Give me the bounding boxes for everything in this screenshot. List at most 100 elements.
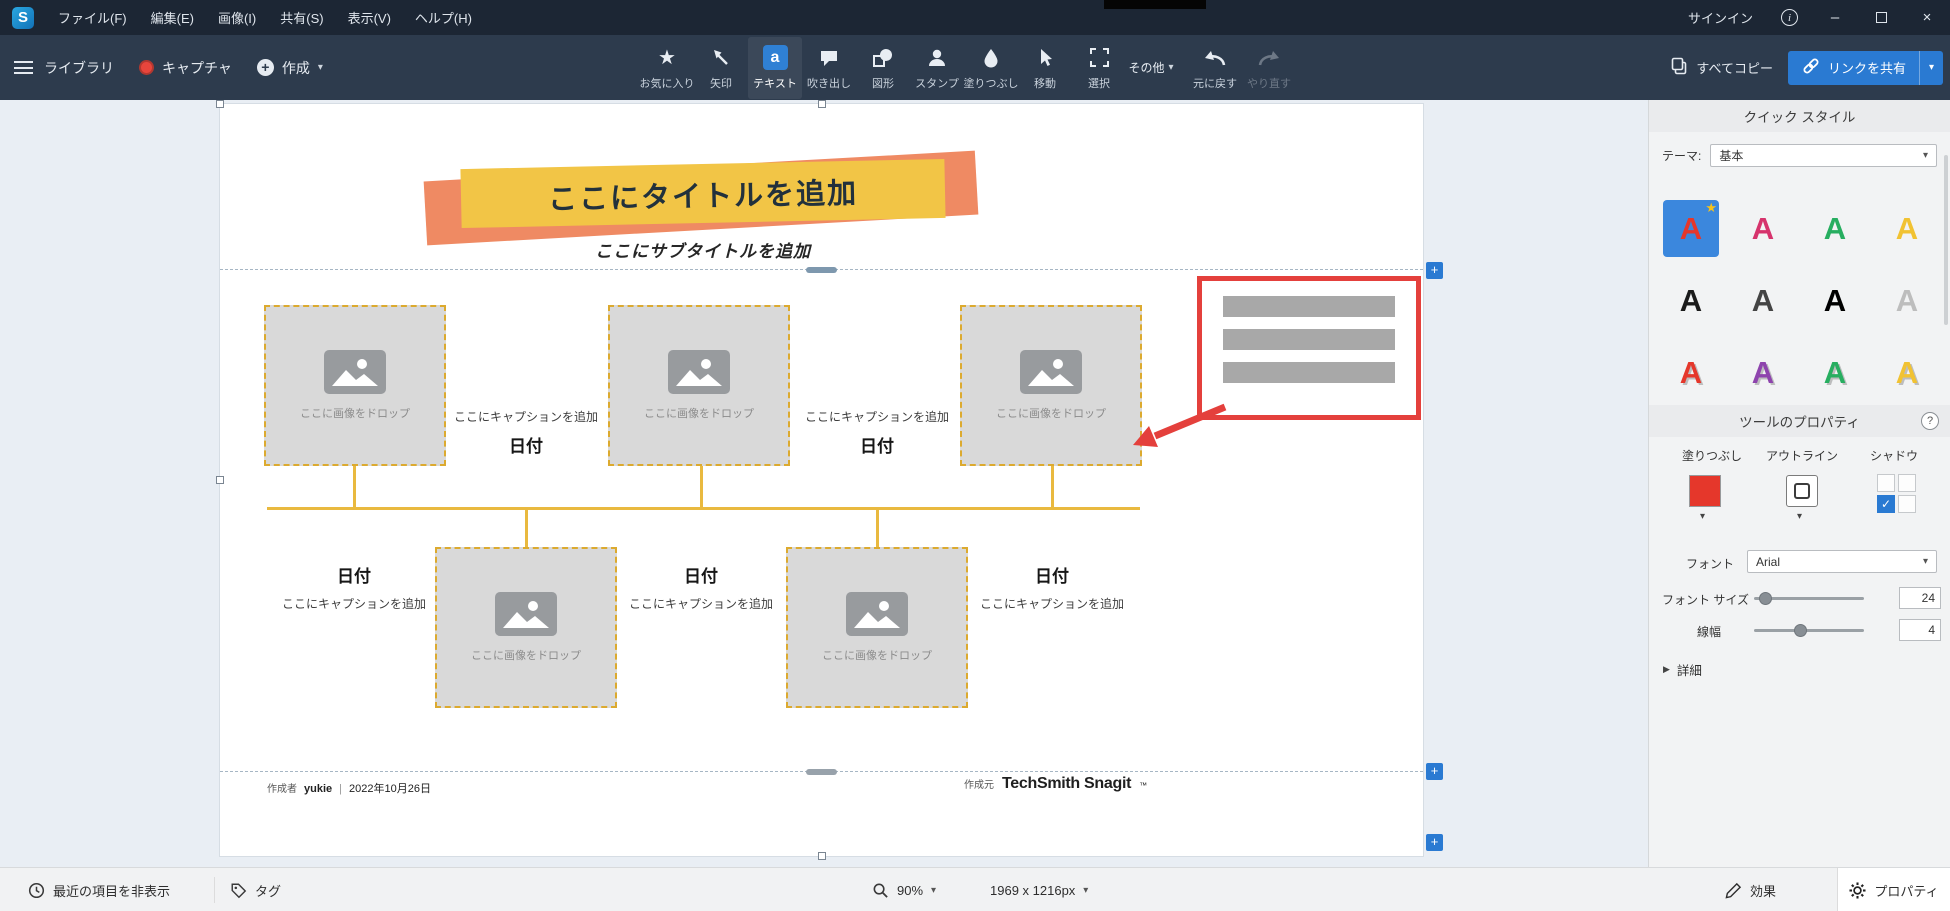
tool-text[interactable]: a テキスト <box>748 36 802 99</box>
section-drag-handle[interactable] <box>806 769 837 775</box>
footer-brand[interactable]: 作成元 TechSmith Snagit ™ <box>964 775 1147 793</box>
menu-view[interactable]: 表示(V) <box>336 0 403 35</box>
star-badge-icon: ★ <box>1705 200 1717 215</box>
quick-style-swatch[interactable]: A ★ <box>1663 200 1719 257</box>
main-toolbar: ライブラリ キャプチャ + 作成 ▾ ★ お気に入り 矢印 a テキスト 吹き出… <box>0 35 1950 100</box>
quick-style-swatch[interactable]: A <box>1807 200 1863 257</box>
quick-style-swatch[interactable]: A <box>1879 344 1935 401</box>
canvas-area[interactable]: ここにタイトルを追加 ここにサブタイトルを追加 ここに画像をドロップ ここに画像… <box>0 100 1648 867</box>
caption-group[interactable]: 日付 ここにキャプションを追加 <box>272 562 436 612</box>
tags-button[interactable]: タグ <box>230 868 281 911</box>
hamburger-menu-icon[interactable] <box>14 61 33 74</box>
share-link-button[interactable]: リンクを共有 <box>1788 51 1919 85</box>
quick-style-swatch[interactable]: A <box>1879 272 1935 329</box>
help-icon[interactable]: ? <box>1921 412 1939 430</box>
tool-move[interactable]: 移動 <box>1018 37 1072 99</box>
canvas-size-dropdown[interactable]: 1969 x 1216px ▾ <box>990 868 1088 911</box>
info-icon[interactable]: i <box>1781 9 1798 26</box>
image-drop-zone[interactable]: ここに画像をドロップ <box>786 547 968 708</box>
maximize-button[interactable] <box>1858 0 1904 35</box>
footer-author[interactable]: 作成者 yukie | 2022年10月26日 <box>267 780 431 796</box>
caret-down-icon[interactable]: ▾ <box>1700 511 1705 522</box>
fill-color-swatch[interactable] <box>1689 475 1721 507</box>
quick-style-swatch[interactable]: A <box>1807 344 1863 401</box>
add-section-button[interactable]: + <box>1426 262 1443 279</box>
shadow-option-checkbox-checked[interactable]: ✓ <box>1877 495 1895 513</box>
template-subtitle-text[interactable]: ここにサブタイトルを追加 <box>461 237 945 262</box>
template-title-text[interactable]: ここにタイトルを追加 <box>548 169 859 217</box>
capture-dot-icon <box>139 60 154 75</box>
more-tools-button[interactable]: その他 ▾ <box>1126 37 1176 99</box>
tool-arrow[interactable]: 矢印 <box>694 37 748 99</box>
close-button[interactable]: × <box>1904 0 1950 35</box>
quick-style-swatch[interactable]: A <box>1735 272 1791 329</box>
outline-style-button[interactable] <box>1786 475 1818 507</box>
resize-handle[interactable] <box>216 100 224 108</box>
quick-style-swatch[interactable]: A <box>1735 200 1791 257</box>
menu-file[interactable]: ファイル(F) <box>46 0 139 35</box>
resize-handle[interactable] <box>818 100 826 108</box>
menu-share[interactable]: 共有(S) <box>268 0 335 35</box>
create-button[interactable]: + 作成 ▾ <box>256 58 323 78</box>
shadow-option-checkbox[interactable] <box>1877 474 1895 492</box>
panel-scrollbar[interactable] <box>1944 155 1948 325</box>
hide-recent-button[interactable]: 最近の項目を非表示 <box>28 868 170 911</box>
image-drop-zone[interactable]: ここに画像をドロップ <box>960 305 1142 466</box>
line-width-value[interactable]: 4 <box>1899 619 1941 641</box>
line-width-slider-thumb[interactable] <box>1794 624 1807 637</box>
add-section-button[interactable]: + <box>1426 763 1443 780</box>
shadow-option-checkbox[interactable] <box>1898 495 1916 513</box>
tool-fill[interactable]: 塗りつぶし <box>963 37 1019 99</box>
font-size-slider-thumb[interactable] <box>1759 592 1772 605</box>
timeline-line[interactable] <box>267 507 1140 510</box>
properties-toggle-button[interactable]: プロパティ <box>1837 868 1950 911</box>
quick-style-swatch[interactable]: A <box>1663 272 1719 329</box>
library-button[interactable]: ライブラリ <box>44 58 114 78</box>
caret-down-icon[interactable]: ▾ <box>1797 511 1802 522</box>
font-size-slider[interactable] <box>1754 592 1864 605</box>
menu-edit[interactable]: 編集(E) <box>139 0 206 35</box>
caption-group[interactable]: ここにキャプションを追加 日付 <box>444 408 608 457</box>
caption-group[interactable]: ここにキャプションを追加 日付 <box>795 408 959 457</box>
theme-select[interactable]: 基本 ▾ <box>1710 144 1937 167</box>
menu-image[interactable]: 画像(I) <box>206 0 268 35</box>
tool-stamp[interactable]: スタンプ <box>910 37 964 99</box>
image-drop-zone[interactable]: ここに画像をドロップ <box>608 305 790 466</box>
font-size-value[interactable]: 24 <box>1899 587 1941 609</box>
share-options-caret[interactable]: ▾ <box>1919 50 1943 85</box>
tool-favorites[interactable]: ★ お気に入り <box>640 37 695 99</box>
font-select[interactable]: Arial ▾ <box>1747 550 1937 573</box>
create-plus-icon: + <box>256 59 274 76</box>
redo-button[interactable]: やり直す <box>1242 37 1296 99</box>
canvas-page[interactable]: ここにタイトルを追加 ここにサブタイトルを追加 ここに画像をドロップ ここに画像… <box>220 104 1423 856</box>
sign-in-link[interactable]: サインイン <box>1674 0 1767 35</box>
caption-group[interactable]: 日付 ここにキャプションを追加 <box>619 562 783 612</box>
quick-style-swatch[interactable]: A <box>1663 344 1719 401</box>
minimize-button[interactable]: – <box>1812 0 1858 35</box>
image-drop-zone[interactable]: ここに画像をドロップ <box>264 305 446 466</box>
menu-help[interactable]: ヘルプ(H) <box>403 0 484 35</box>
effects-button[interactable]: 効果 <box>1725 868 1776 911</box>
capture-button[interactable]: キャプチャ <box>139 58 232 78</box>
title-banner[interactable]: ここにタイトルを追加 <box>460 158 946 229</box>
red-arrow-annotation[interactable] <box>1125 397 1240 459</box>
resize-handle[interactable] <box>818 852 826 860</box>
clock-icon <box>28 882 45 898</box>
tool-callout[interactable]: 吹き出し <box>802 37 856 99</box>
quick-style-swatch[interactable]: A <box>1735 344 1791 401</box>
quick-style-swatch[interactable]: A <box>1879 200 1935 257</box>
details-expander[interactable]: ▶ 詳細 <box>1663 660 1702 679</box>
shadow-option-checkbox[interactable] <box>1898 474 1916 492</box>
image-drop-zone[interactable]: ここに画像をドロップ <box>435 547 617 708</box>
line-width-slider[interactable] <box>1754 624 1864 637</box>
tool-selection[interactable]: 選択 <box>1072 37 1126 99</box>
section-drag-handle[interactable] <box>806 267 837 273</box>
copy-all-button[interactable]: すべてコピー <box>1669 56 1773 79</box>
undo-button[interactable]: 元に戻す <box>1188 37 1242 99</box>
tool-shapes[interactable]: 図形 <box>856 37 910 99</box>
resize-handle[interactable] <box>216 476 224 484</box>
quick-style-swatch[interactable]: A <box>1807 272 1863 329</box>
zoom-dropdown[interactable]: 90% ▾ <box>872 868 936 911</box>
caption-group[interactable]: 日付 ここにキャプションを追加 <box>970 562 1134 612</box>
add-section-button[interactable]: + <box>1426 834 1443 851</box>
